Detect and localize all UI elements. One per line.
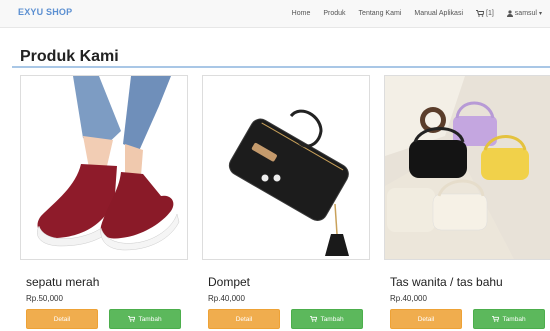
detail-button[interactable]: Detail [208, 309, 280, 329]
navbar: EXYU SHOP Home Produk Tentang Kami Manua… [0, 0, 550, 28]
cart-icon [492, 316, 500, 322]
product-image-shoe [20, 75, 188, 260]
nav-manual-aplikasi[interactable]: Manual Aplikasi [414, 10, 463, 17]
product-name: Tas wanita / tas bahu [390, 275, 503, 289]
product-price: Rp.40,000 [208, 294, 245, 303]
detail-button-label: Detail [53, 315, 71, 323]
product-card: Tas wanita / tas bahu Rp.40,000 Detail T… [384, 73, 550, 331]
cart-icon [128, 316, 136, 322]
title-divider [12, 66, 550, 68]
detail-button-label: Detail [417, 315, 435, 323]
page-title: Produk Kami [20, 48, 119, 65]
cart-count: [1] [486, 10, 494, 17]
caret-down-icon: ▾ [538, 11, 542, 17]
user-icon [506, 10, 513, 17]
nav-user-menu[interactable]: samsul ▾ [506, 10, 542, 17]
user-name: samsul [514, 10, 537, 17]
add-button-label: Tambah [320, 315, 344, 323]
add-button-label: Tambah [502, 315, 526, 323]
nav-links: Home Produk Tentang Kami Manual Aplikasi… [279, 0, 550, 27]
product-name: sepatu merah [26, 275, 100, 289]
product-price: Rp.40,000 [390, 294, 427, 303]
nav-produk[interactable]: Produk [323, 10, 345, 17]
product-image-bags [384, 75, 550, 260]
add-button-label: Tambah [138, 315, 162, 323]
detail-button[interactable]: Detail [26, 309, 98, 329]
product-price: Rp.50,000 [26, 294, 63, 303]
add-to-cart-button[interactable]: Tambah [291, 309, 363, 329]
product-image-wallet [202, 75, 370, 260]
detail-button-label: Detail [235, 315, 253, 323]
product-name: Dompet [208, 275, 251, 289]
cart-icon [476, 10, 484, 17]
brand-logo[interactable]: EXYU SHOP [18, 7, 72, 17]
nav-cart[interactable]: [1] [476, 10, 494, 17]
add-to-cart-button[interactable]: Tambah [473, 309, 545, 329]
product-card: sepatu merah Rp.50,000 Detail Tambah [20, 73, 188, 331]
cart-icon [310, 316, 318, 322]
nav-home[interactable]: Home [292, 10, 311, 17]
detail-button[interactable]: Detail [390, 309, 462, 329]
add-to-cart-button[interactable]: Tambah [109, 309, 181, 329]
nav-tentang-kami[interactable]: Tentang Kami [359, 10, 402, 17]
product-card: Dompet Rp.40,000 Detail Tambah [202, 73, 370, 331]
